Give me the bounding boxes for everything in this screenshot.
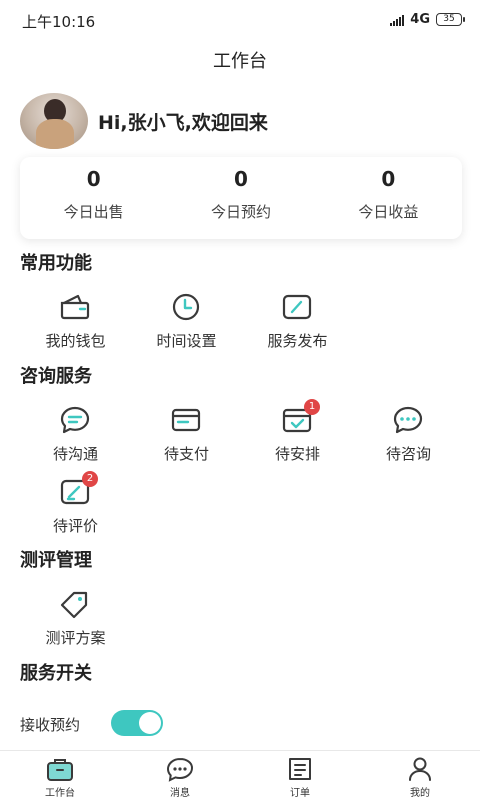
page-title: 工作台 bbox=[213, 51, 267, 72]
menu-item-time-settings[interactable]: 时间设置 bbox=[131, 292, 242, 364]
tab-orders[interactable]: 订单 bbox=[240, 751, 360, 800]
menu-item-pending-communication[interactable]: 待沟通 bbox=[20, 405, 131, 477]
menu-item-label: 待咨询 bbox=[385, 445, 431, 463]
stat-today-bookings[interactable]: 0 今日预约 bbox=[167, 157, 314, 239]
stat-label: 今日收益 bbox=[358, 203, 419, 221]
tab-label: 我的 bbox=[410, 788, 430, 799]
menu-item-pending-payment[interactable]: 待支付 bbox=[131, 405, 242, 477]
bottom-tab-bar: 工作台 消息 订单 我的 bbox=[0, 750, 480, 800]
section-title-assessment: 测评管理 bbox=[20, 550, 92, 571]
stat-today-sales[interactable]: 0 今日出售 bbox=[20, 157, 167, 239]
message-dots-icon bbox=[391, 405, 425, 435]
section-title-consult: 咨询服务 bbox=[20, 366, 92, 387]
notification-badge: 2 bbox=[82, 471, 98, 487]
chat-icon bbox=[58, 405, 92, 435]
tab-label: 订单 bbox=[290, 788, 310, 799]
user-icon bbox=[405, 756, 435, 782]
menu-item-assessment-plan[interactable]: 测评方案 bbox=[20, 589, 131, 661]
order-icon bbox=[285, 756, 315, 782]
menu-item-label: 待沟通 bbox=[52, 445, 98, 463]
tab-mine[interactable]: 我的 bbox=[360, 751, 480, 800]
menu-item-pending-consultation[interactable]: 待咨询 bbox=[353, 405, 464, 477]
menu-item-label: 待支付 bbox=[163, 445, 209, 463]
network-label: 4G bbox=[410, 12, 430, 27]
tab-messages[interactable]: 消息 bbox=[120, 751, 240, 800]
menu-item-label: 待评价 bbox=[52, 517, 98, 535]
menu-item-service-publish[interactable]: 服务发布 bbox=[242, 292, 353, 364]
accept-booking-label: 接收预约 bbox=[20, 716, 81, 734]
section-title-service-switch: 服务开关 bbox=[20, 663, 92, 684]
stat-value: 0 bbox=[234, 167, 248, 191]
clock-icon bbox=[169, 292, 203, 322]
status-time: 上午10:16 bbox=[22, 13, 96, 31]
consult-services-grid: 待沟通 待支付 1 待安排 待咨询 2 待评价 bbox=[20, 399, 464, 549]
stats-card: 0 今日出售 0 今日预约 0 今日收益 bbox=[20, 157, 462, 239]
toggle-knob bbox=[139, 712, 161, 734]
notification-badge: 1 bbox=[304, 399, 320, 415]
menu-item-label: 待安排 bbox=[274, 445, 320, 463]
menu-item-wallet[interactable]: 我的钱包 bbox=[20, 292, 131, 364]
tab-label: 消息 bbox=[170, 788, 190, 799]
greeting-text: Hi,张小飞,欢迎回来 bbox=[98, 112, 268, 134]
menu-item-pending-arrangement[interactable]: 1 待安排 bbox=[242, 399, 353, 477]
menu-item-label: 服务发布 bbox=[267, 332, 328, 350]
stat-value: 0 bbox=[86, 167, 101, 191]
edit-icon bbox=[280, 292, 314, 322]
tab-label: 工作台 bbox=[45, 788, 75, 799]
common-functions-grid: 我的钱包 时间设置 服务发布 bbox=[20, 292, 464, 364]
card-icon bbox=[169, 405, 203, 435]
briefcase-icon bbox=[45, 756, 75, 782]
battery-icon: 35 bbox=[436, 13, 465, 26]
stat-value: 0 bbox=[381, 167, 396, 191]
avatar-bear-shape bbox=[36, 119, 74, 149]
message-icon bbox=[165, 756, 195, 782]
assessment-grid: 测评方案 bbox=[20, 589, 464, 661]
status-bar: 上午10:16 4G 35 bbox=[0, 0, 480, 40]
tab-workbench[interactable]: 工作台 bbox=[0, 751, 120, 800]
accept-booking-row: 接收预约 bbox=[20, 710, 460, 736]
menu-item-pending-review[interactable]: 2 待评价 bbox=[20, 471, 131, 549]
section-title-common: 常用功能 bbox=[20, 253, 92, 274]
accept-booking-toggle[interactable] bbox=[111, 710, 163, 736]
wallet-icon bbox=[58, 292, 92, 322]
stat-label: 今日预约 bbox=[210, 203, 271, 221]
stat-today-earnings[interactable]: 0 今日收益 bbox=[315, 157, 462, 239]
stat-label: 今日出售 bbox=[63, 203, 124, 221]
menu-item-label: 测评方案 bbox=[45, 629, 106, 647]
menu-item-label: 我的钱包 bbox=[45, 332, 106, 350]
status-right: 4G 35 bbox=[390, 12, 465, 27]
tag-icon bbox=[58, 589, 92, 619]
menu-item-label: 时间设置 bbox=[156, 332, 217, 350]
workbench-page: 上午10:16 4G 35 工作台 Hi,张小飞,欢迎回来 0 今日出售 0 今… bbox=[0, 0, 480, 800]
signal-icon bbox=[390, 14, 405, 26]
avatar[interactable] bbox=[20, 93, 88, 149]
